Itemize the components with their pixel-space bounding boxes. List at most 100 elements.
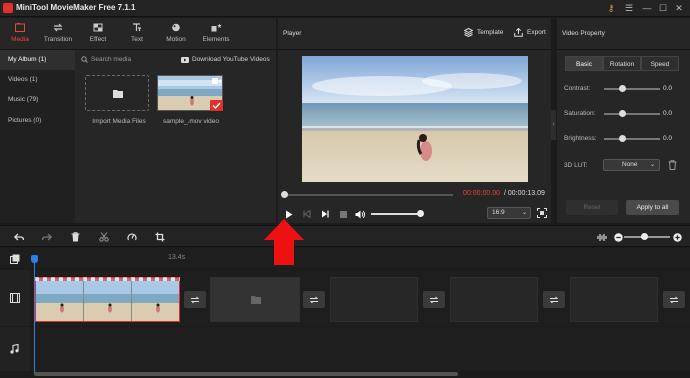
delete-button[interactable] (69, 231, 81, 243)
video-property-panel: Video Property Basic Rotation Speed Cont… (557, 18, 690, 223)
undo-button[interactable] (13, 231, 25, 243)
sidebar-item-videos[interactable]: Videos (1) (0, 70, 75, 90)
trash-icon[interactable] (668, 160, 677, 170)
camera-icon (212, 78, 221, 84)
sidebar-item-my-album[interactable]: My Album (1) (0, 50, 75, 70)
tab-motion-label: Motion (166, 36, 186, 43)
tab-motion[interactable]: Motion (156, 18, 196, 50)
add-track-icon (10, 254, 20, 264)
stop-button[interactable] (337, 208, 349, 220)
tab-rotation[interactable]: Rotation (603, 56, 641, 71)
reset-button[interactable]: Reset (566, 200, 618, 215)
clip-frame (36, 278, 84, 321)
brightness-value: 0.0 (663, 135, 673, 142)
transition-slot[interactable] (423, 291, 445, 308)
zoom-in-icon (672, 232, 682, 242)
tab-text[interactable]: Text (117, 18, 157, 50)
brightness-label: Brightness: (564, 135, 597, 142)
zoom-handle[interactable] (641, 233, 648, 240)
player-title: Player (283, 30, 302, 37)
speed-button[interactable] (126, 231, 138, 243)
transition-slot[interactable] (184, 291, 206, 308)
timeline-slot[interactable] (330, 277, 418, 322)
template-button[interactable]: Template (464, 28, 503, 37)
export-label: Export (527, 29, 546, 36)
app-logo-icon (3, 3, 13, 13)
tab-speed[interactable]: Speed (641, 56, 679, 71)
contrast-handle[interactable] (619, 85, 626, 92)
maximize-button[interactable]: ☐ (656, 2, 670, 15)
volume-slider[interactable] (371, 213, 421, 215)
export-button[interactable]: Export (514, 28, 546, 37)
tab-media-label: Media (11, 36, 29, 43)
search-input[interactable]: Search media (81, 53, 171, 66)
brightness-handle[interactable] (619, 135, 626, 142)
speedometer-icon (127, 233, 137, 241)
tab-effect[interactable]: Effect (78, 18, 118, 50)
main-toolbar: Media Transition Effect Text Motion Elem… (0, 18, 276, 50)
transition-slot[interactable] (303, 291, 325, 308)
brightness-slider[interactable] (604, 138, 660, 140)
playhead-handle[interactable] (31, 255, 38, 263)
audio-mixer-button[interactable] (596, 231, 608, 243)
saturation-slider[interactable] (604, 113, 660, 115)
property-header: Video Property (557, 18, 690, 50)
playback-progress[interactable] (285, 194, 453, 196)
media-icon (15, 23, 25, 32)
clip-frame (84, 278, 132, 321)
zoom-in-button[interactable] (671, 231, 683, 243)
app-title: MiniTool MovieMaker Free 7.1.1 (16, 3, 136, 12)
transition-slot[interactable] (663, 291, 685, 308)
split-button[interactable] (98, 231, 110, 243)
saturation-handle[interactable] (619, 110, 626, 117)
clip-frame (132, 278, 179, 321)
fullscreen-icon[interactable] (537, 208, 547, 218)
placeholder-icon (251, 296, 261, 304)
key-icon[interactable]: ⚷ (604, 2, 618, 15)
close-button[interactable]: ✕ (672, 2, 686, 15)
progress-handle[interactable] (281, 191, 288, 198)
stop-icon (339, 210, 347, 218)
contrast-slider[interactable] (604, 88, 660, 90)
timeline-slot[interactable] (570, 277, 658, 322)
timeline-ruler[interactable] (0, 248, 690, 268)
next-frame-button[interactable] (319, 208, 331, 220)
redo-button[interactable] (41, 231, 53, 243)
crop-button[interactable] (154, 231, 166, 243)
tab-media[interactable]: Media (0, 18, 40, 50)
sidebar-item-music[interactable]: Music (79) (0, 90, 75, 110)
redo-icon (42, 233, 52, 240)
timeline-slot[interactable] (210, 277, 300, 322)
tab-effect-label: Effect (89, 36, 107, 43)
video-clip[interactable] (35, 277, 180, 322)
menu-icon[interactable]: ☰ (622, 2, 636, 15)
transition-icon (429, 296, 439, 303)
timeline-scrollbar[interactable] (34, 372, 458, 376)
transition-icon (53, 23, 63, 32)
tab-elements[interactable]: Elements (196, 18, 236, 50)
tab-elements-label: Elements (202, 36, 230, 43)
import-media-button[interactable] (85, 75, 149, 111)
media-library: Search media Download YouTube Videos Imp… (75, 50, 276, 223)
minimize-button[interactable]: — (640, 2, 654, 15)
tab-basic[interactable]: Basic (565, 56, 603, 71)
zoom-out-button[interactable] (612, 231, 624, 243)
saturation-value: 0.0 (663, 110, 673, 117)
current-time: 00:00:00.00 (463, 190, 500, 197)
beach-preview-image (302, 56, 528, 182)
volume-handle[interactable] (417, 210, 424, 217)
aspect-ratio-select[interactable]: 16:9 ⌄ (487, 207, 531, 219)
volume-button[interactable] (354, 208, 366, 220)
collapse-panel-handle[interactable]: › (551, 110, 556, 140)
contrast-label: Contrast: (564, 85, 591, 92)
apply-to-all-button[interactable]: Apply to all (626, 200, 679, 215)
playhead-line[interactable] (34, 263, 35, 373)
lut-select[interactable]: None ⌄ (603, 159, 660, 171)
sidebar-item-pictures[interactable]: Pictures (0) (0, 111, 75, 131)
timeline-slot[interactable] (450, 277, 538, 322)
audio-track[interactable] (31, 327, 690, 371)
download-youtube-link[interactable]: Download YouTube Videos (181, 53, 270, 66)
film-icon (10, 293, 20, 303)
tab-transition[interactable]: Transition (38, 18, 78, 50)
transition-slot[interactable] (543, 291, 565, 308)
